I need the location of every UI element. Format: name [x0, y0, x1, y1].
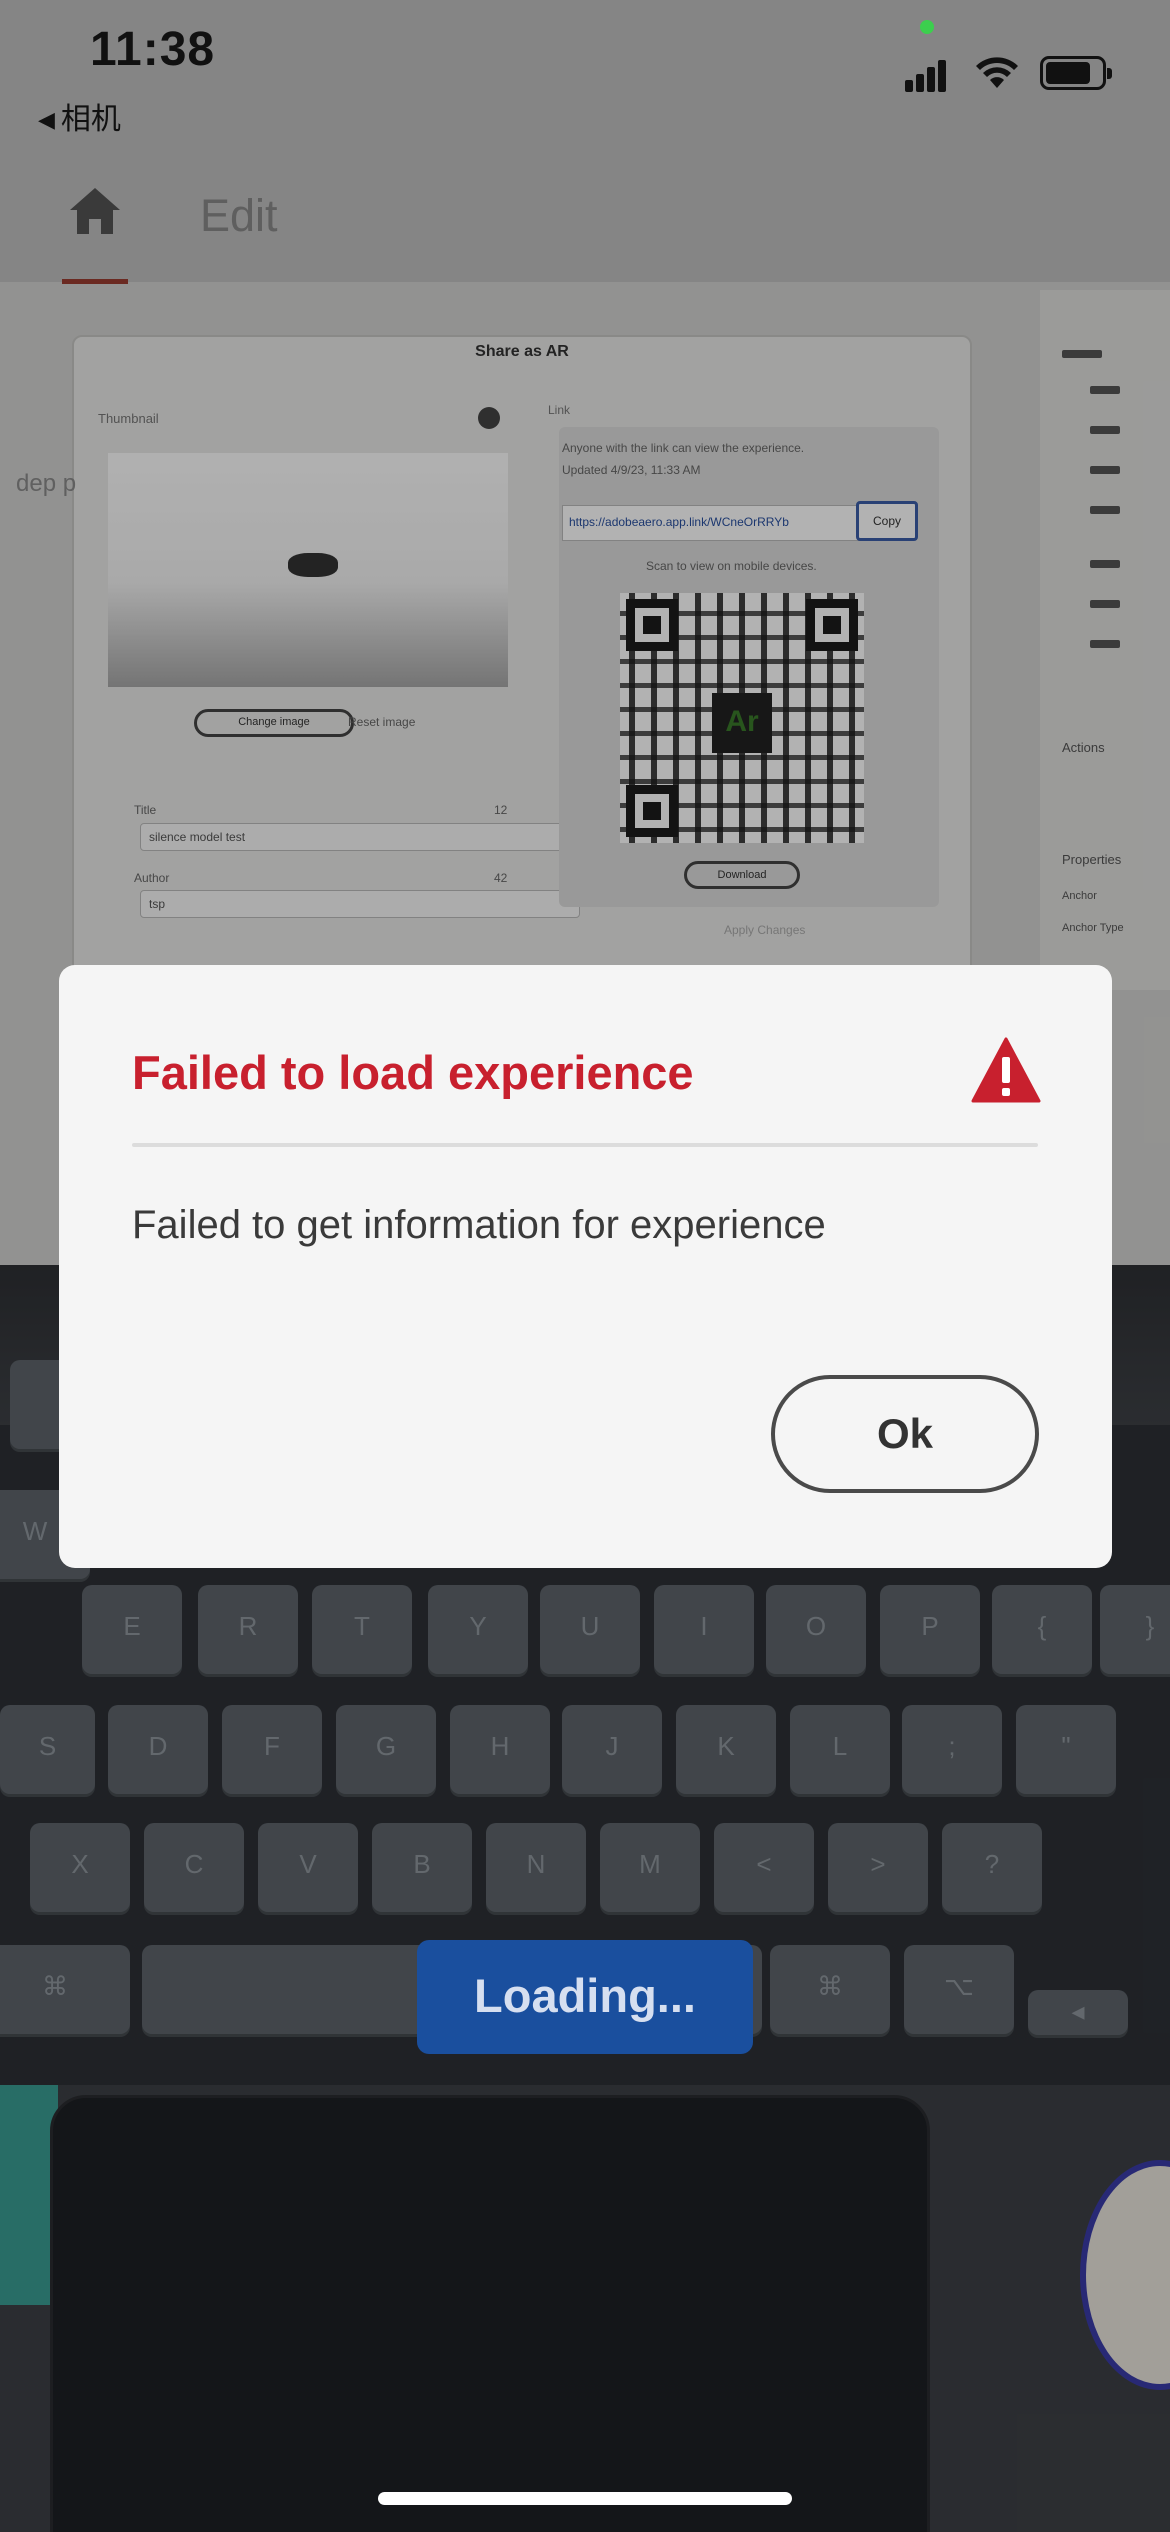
tab-edit[interactable]: Edit [200, 190, 278, 242]
active-tab-indicator [62, 279, 128, 284]
cellular-signal-icon [905, 58, 947, 92]
back-arrow-icon: ◀ [38, 107, 55, 132]
error-dialog: Failed to load experience Failed to get … [59, 965, 1112, 1568]
dialog-title: Failed to load experience [132, 1046, 694, 1099]
app-header: 11:38 ◀ 相机 Edit [0, 0, 1170, 284]
wifi-icon [976, 57, 1018, 88]
warning-triangle-icon [971, 1037, 1041, 1103]
home-indicator[interactable] [378, 2492, 792, 2505]
dialog-message: Failed to get information for experience [132, 1203, 826, 1247]
loading-indicator: Loading... [417, 1940, 753, 2054]
home-icon [70, 188, 120, 234]
camera-in-use-indicator [920, 20, 934, 34]
tab-home[interactable] [62, 180, 128, 284]
back-to-app-button[interactable]: ◀ 相机 [38, 94, 121, 138]
ok-button[interactable]: Ok [771, 1375, 1039, 1493]
battery-icon [1040, 56, 1112, 90]
back-app-label: 相机 [60, 103, 121, 136]
dialog-divider [132, 1143, 1038, 1147]
status-time: 11:38 [90, 23, 216, 76]
